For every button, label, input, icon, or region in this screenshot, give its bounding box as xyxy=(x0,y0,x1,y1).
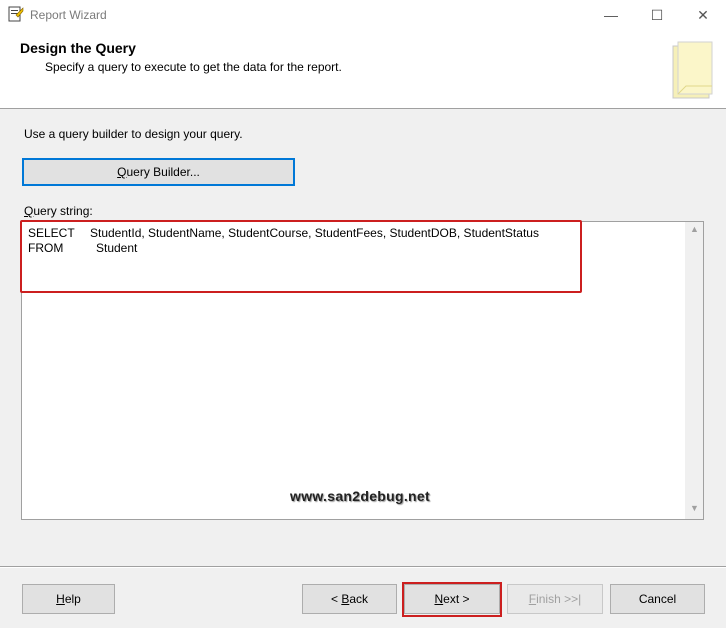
scroll-up-icon[interactable]: ▲ xyxy=(686,224,703,238)
query-string-textarea[interactable]: SELECT StudentId, StudentName, StudentCou… xyxy=(21,221,704,520)
back-prefix: < xyxy=(330,592,342,606)
finish-button[interactable]: Finish >>| xyxy=(507,584,603,614)
instruction-text: Use a query builder to design your query… xyxy=(24,127,243,141)
query-string-accel: Q xyxy=(24,204,34,218)
close-button[interactable]: ✕ xyxy=(680,0,726,30)
back-button[interactable]: < Back xyxy=(302,584,397,614)
help-button[interactable]: Help xyxy=(22,584,115,614)
window-title: Report Wizard xyxy=(30,8,107,22)
sql-text: Student xyxy=(96,241,138,255)
help-label: elp xyxy=(64,592,81,606)
finish-label: inish >>| xyxy=(536,592,582,606)
query-string-label-text: uery string: xyxy=(33,204,93,218)
notepad-icon xyxy=(672,41,713,99)
wizard-header: Design the Query Specify a query to exec… xyxy=(0,30,726,109)
sql-keyword: SELECT xyxy=(28,226,75,240)
report-wizard-icon xyxy=(8,6,24,22)
title-bar: Report Wizard — ☐ ✕ xyxy=(0,0,726,30)
sql-text: StudentId, StudentName, StudentCourse, S… xyxy=(90,226,539,240)
cancel-button[interactable]: Cancel xyxy=(610,584,705,614)
query-line-from: FROM Student xyxy=(28,241,137,255)
back-label: ack xyxy=(349,592,369,606)
sql-keyword: FROM xyxy=(28,241,64,255)
minimize-icon: — xyxy=(604,7,618,23)
page-title: Design the Query xyxy=(20,40,136,56)
query-builder-label: uery Builder... xyxy=(126,165,200,179)
query-string-label: Query string: xyxy=(24,204,93,218)
scroll-down-icon[interactable]: ▼ xyxy=(686,503,703,517)
query-builder-button[interactable]: Query Builder... xyxy=(22,158,295,186)
page-subtitle: Specify a query to execute to get the da… xyxy=(45,60,342,74)
next-label: ext > xyxy=(443,592,470,606)
next-button[interactable]: Next > xyxy=(404,584,500,614)
minimize-button[interactable]: — xyxy=(588,0,634,30)
finish-accel: F xyxy=(528,592,537,606)
query-line-select: SELECT StudentId, StudentName, StudentCou… xyxy=(28,226,539,240)
close-icon: ✕ xyxy=(697,6,709,23)
watermark: www.san2debug.net xyxy=(290,488,430,504)
back-accel: B xyxy=(341,592,350,606)
help-accel: H xyxy=(56,592,65,606)
footer-divider-light xyxy=(0,567,726,568)
query-builder-accel: Q xyxy=(117,165,127,179)
maximize-icon: ☐ xyxy=(650,6,664,23)
maximize-button[interactable]: ☐ xyxy=(634,0,680,30)
next-accel: N xyxy=(434,592,444,606)
vertical-scrollbar[interactable]: ▲ ▼ xyxy=(685,222,703,519)
